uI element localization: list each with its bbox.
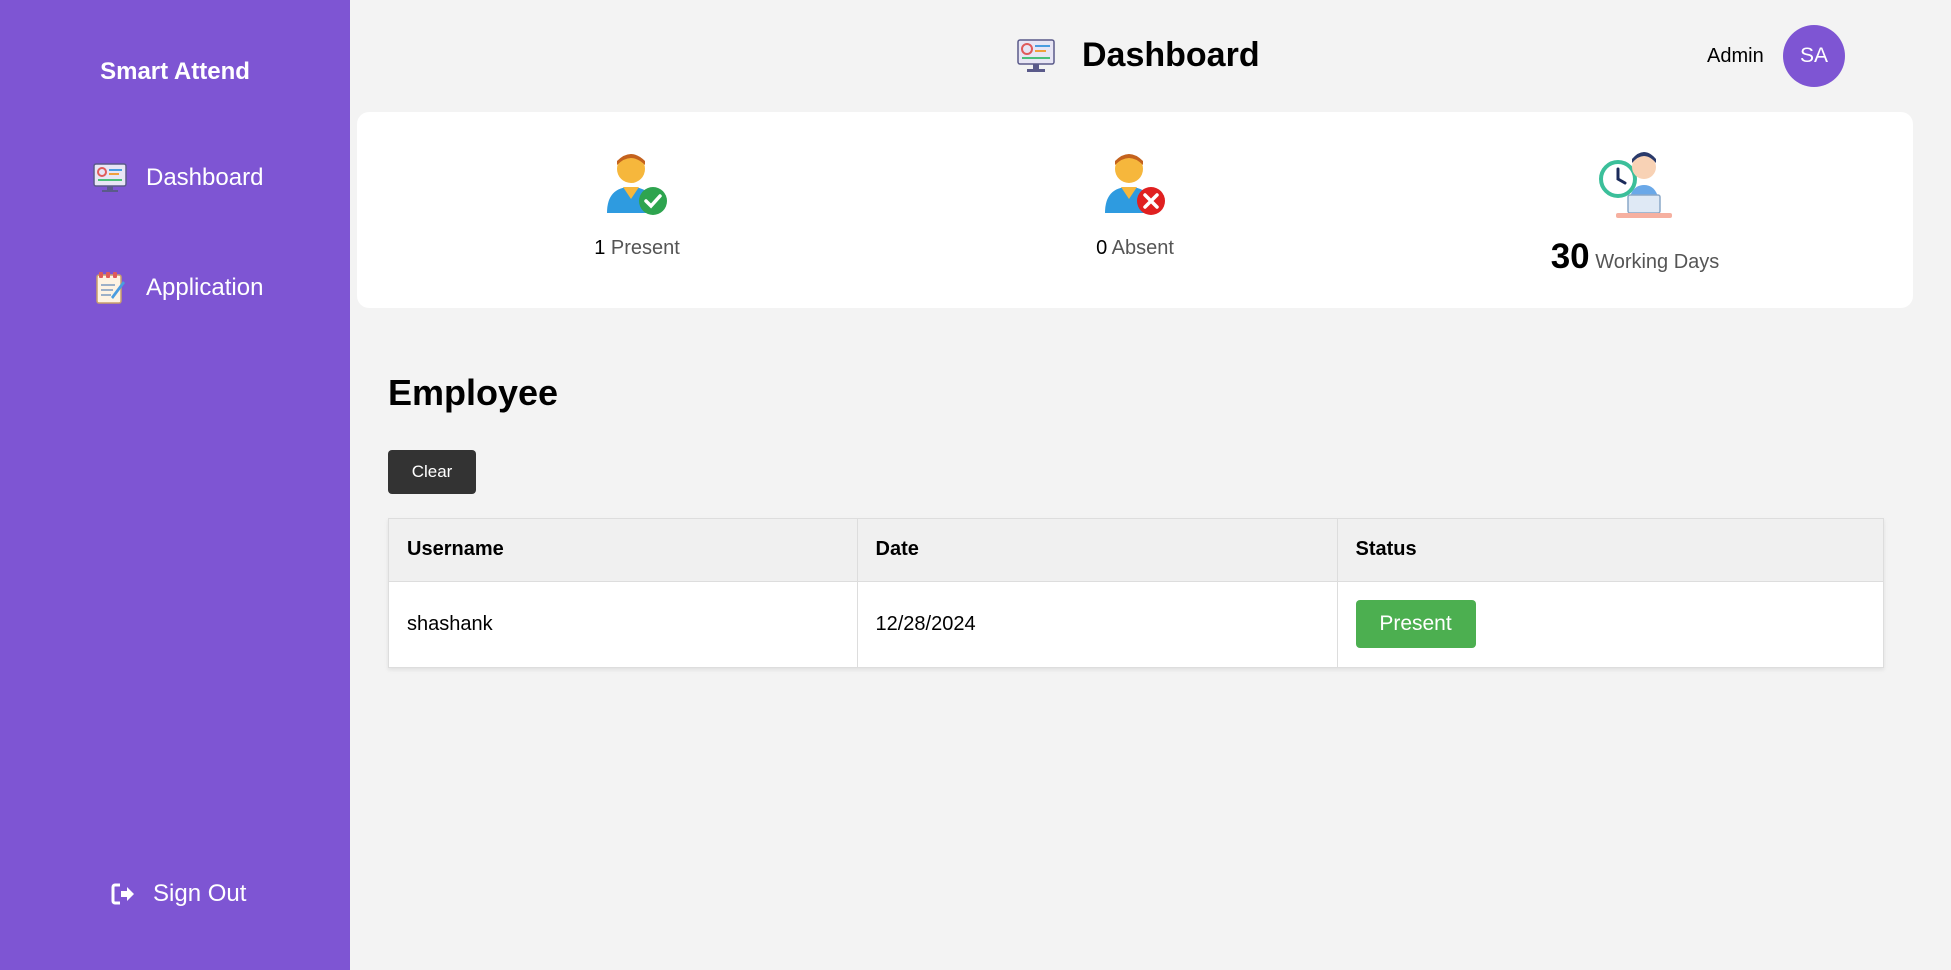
working-days-label: Working Days <box>1595 251 1720 273</box>
sign-out-label: Sign Out <box>153 880 247 907</box>
user-check-icon <box>601 147 673 219</box>
dashboard-monitor-icon <box>1016 38 1056 74</box>
cell-status: Present <box>1337 581 1883 667</box>
sign-out-icon <box>110 881 136 907</box>
working-days-count: 30 <box>1550 237 1590 276</box>
table-row: shashank 12/28/2024 Present <box>389 581 1883 667</box>
sidebar-item-label: Dashboard <box>146 164 264 191</box>
sign-out-button[interactable]: Sign Out <box>110 880 246 908</box>
present-count: 1 <box>594 237 606 259</box>
brand-title: Smart Attend <box>100 58 250 85</box>
dashboard-monitor-icon <box>92 160 128 196</box>
page-title: Dashboard <box>1082 36 1260 74</box>
stat-present-text: 1 Present <box>594 237 680 260</box>
employee-table: Username Date Status shashank 12/28/2024… <box>388 518 1884 668</box>
user-role-label: Admin <box>1707 45 1764 67</box>
absent-label: Absent <box>1111 237 1174 259</box>
user-cross-icon <box>1099 147 1171 219</box>
sidebar: Smart Attend Dashboard Application Sign … <box>0 0 350 970</box>
working-person-clock-icon <box>1598 147 1672 219</box>
clear-button[interactable]: Clear <box>388 450 476 494</box>
sidebar-item-application[interactable]: Application <box>92 270 263 306</box>
table-header-row: Username Date Status <box>389 519 1883 582</box>
column-header-date[interactable]: Date <box>857 519 1338 582</box>
cell-date: 12/28/2024 <box>857 581 1338 667</box>
absent-count: 0 <box>1096 237 1108 259</box>
avatar[interactable]: SA <box>1783 25 1845 87</box>
stats-card: 1 Present 0 Absent 30 Working Days <box>357 112 1913 308</box>
column-header-username[interactable]: Username <box>389 519 858 582</box>
status-badge[interactable]: Present <box>1355 600 1476 649</box>
section-title: Employee <box>388 372 559 413</box>
sidebar-item-label: Application <box>146 274 264 301</box>
sidebar-item-dashboard[interactable]: Dashboard <box>92 160 263 196</box>
page-header: Dashboard <box>1016 36 1260 75</box>
application-notepad-icon <box>92 270 128 306</box>
stat-absent-text: 0 Absent <box>1096 237 1174 260</box>
stat-days-text: 30 Working Days <box>1551 237 1720 277</box>
present-label: Present <box>610 237 680 259</box>
cell-username: shashank <box>389 581 858 667</box>
column-header-status[interactable]: Status <box>1337 519 1883 582</box>
